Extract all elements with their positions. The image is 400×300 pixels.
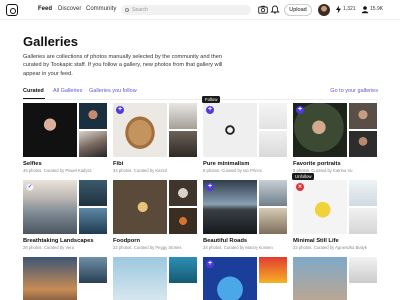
search-input[interactable]: Search (121, 5, 251, 15)
nav-discover[interactable]: Discover (58, 6, 81, 12)
gallery-title[interactable]: Beautiful Roads (203, 238, 247, 244)
gallery-meta: 28 photos. Curated by Vera (23, 245, 74, 250)
photo-thumbnail (293, 257, 347, 300)
gallery-meta: 8 photos. Curated by Ian Prince (203, 168, 262, 173)
search-placeholder: Search (132, 7, 148, 13)
follow-tooltip: Follow (202, 96, 221, 103)
gallery-title[interactable]: Fibi (113, 161, 123, 167)
photo-thumbnail (79, 180, 107, 206)
photo-thumbnail (349, 180, 377, 206)
photo-thumbnail (79, 257, 107, 283)
gallery-thumbnails: ✓ (23, 180, 107, 234)
gallery-title[interactable]: Breathtaking Landscapes (23, 238, 94, 244)
photo-thumbnail (349, 103, 377, 129)
gallery-meta: 22 photos. Curated by Agnieszka Bialyk (293, 245, 367, 250)
go-to-your-galleries-link[interactable]: Go to your galleries (330, 88, 378, 94)
nav-community[interactable]: Community (86, 6, 116, 12)
page-description: Galleries are collections of photos manu… (23, 54, 223, 77)
follow-gallery-button[interactable]: + (206, 183, 214, 191)
gallery-meta: 34 photos. Curated by Kaziol (113, 168, 167, 173)
gallery-thumbnails: ✕ (293, 180, 377, 234)
nav-feed[interactable]: Feed (38, 6, 52, 12)
following-gallery-button[interactable]: ✓ (26, 183, 34, 191)
gallery-title[interactable]: Minimal Still Life (293, 238, 339, 244)
tookapic-logo-icon[interactable] (6, 4, 18, 16)
gallery-thumbnails (113, 257, 197, 300)
likes-count: 1,321 (343, 6, 356, 12)
notifications-bell-icon[interactable] (270, 5, 280, 14)
search-icon (125, 7, 129, 12)
photo-thumbnail (259, 180, 287, 206)
gallery-title[interactable]: Favorite portraits (293, 161, 341, 167)
photo-thumbnail (113, 257, 167, 300)
photo-thumbnail (169, 257, 197, 283)
tab-galleries-you-follow[interactable]: Galleries you follow (89, 88, 137, 94)
photo-thumbnail (79, 208, 107, 234)
gallery-thumbnails (293, 257, 377, 300)
gallery-thumbnails (23, 103, 107, 157)
gallery-thumbnails (23, 257, 107, 300)
unfollow-tooltip: Unfollow (292, 173, 315, 180)
follow-gallery-button[interactable]: + (296, 106, 304, 114)
gallery-title[interactable]: Foodporn (113, 238, 140, 244)
gallery-meta: 45 photos. Curated by Paweł Kadysz (23, 168, 92, 173)
photo-thumbnail (169, 208, 197, 234)
photo-thumbnail (259, 208, 287, 234)
photo-thumbnail (349, 208, 377, 234)
unfollow-gallery-button[interactable]: ✕ (296, 183, 304, 191)
follow-gallery-button[interactable]: + (116, 106, 124, 114)
gallery-thumbnails: + (203, 257, 287, 300)
gallery-thumbnails: + (203, 180, 287, 234)
photo-thumbnail (79, 103, 107, 129)
photo-thumbnail (349, 131, 377, 157)
follow-gallery-button[interactable]: + (206, 260, 214, 268)
photo-thumbnail (259, 131, 287, 157)
photo-thumbnail (23, 103, 77, 157)
tab-all-galleries[interactable]: All Galleries (53, 88, 82, 94)
tab-curated[interactable]: Curated (23, 88, 44, 94)
user-avatar[interactable] (318, 4, 330, 16)
photo-thumbnail (23, 257, 77, 300)
followers-count: 15.9K (370, 6, 384, 12)
page-title: Galleries (23, 34, 78, 49)
camera-icon[interactable] (258, 5, 268, 14)
photo-thumbnail (79, 131, 107, 157)
tabs-divider (23, 99, 378, 100)
gallery-meta: 34 photos. Curated by Maciej Konsen (203, 245, 273, 250)
photo-thumbnail (259, 257, 287, 283)
gallery-title[interactable]: Selfies (23, 161, 42, 167)
gallery-thumbnails: + (113, 103, 197, 157)
photo-thumbnail (113, 180, 167, 234)
follow-gallery-button[interactable]: + (206, 106, 214, 114)
upload-button[interactable]: Upload (284, 4, 312, 16)
gallery-thumbnails (113, 180, 197, 234)
followers-icon (361, 6, 369, 14)
lightning-icon (336, 5, 341, 14)
photo-thumbnail (349, 257, 377, 283)
gallery-title[interactable]: Pure minimalism (203, 161, 249, 167)
photo-thumbnail (169, 131, 197, 157)
gallery-thumbnails: + (293, 103, 377, 157)
photo-thumbnail (169, 180, 197, 206)
photo-thumbnail (169, 103, 197, 129)
gallery-thumbnails: + (203, 103, 287, 157)
gallery-meta: 22 photos. Curated by Peggy Stories (113, 245, 182, 250)
top-navigation-bar: Feed Discover Community Search Upload 1,… (0, 0, 400, 20)
photo-thumbnail (259, 103, 287, 129)
